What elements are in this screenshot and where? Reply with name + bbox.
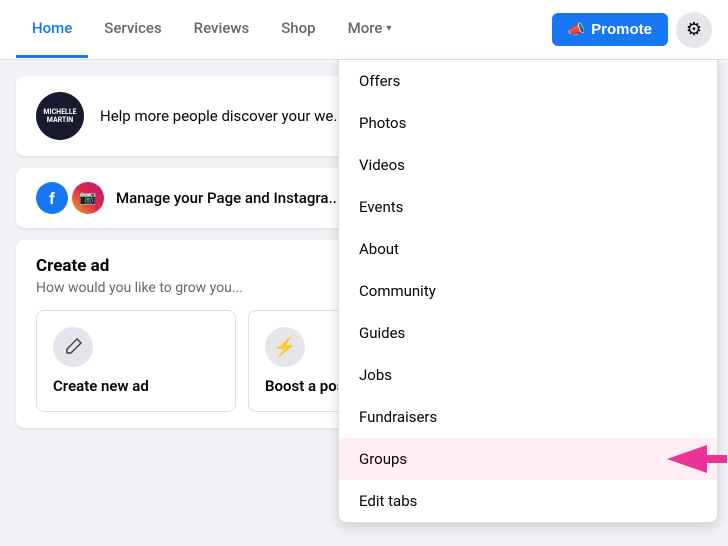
tab-more-label: More <box>348 19 383 37</box>
tab-reviews[interactable]: Reviews <box>178 1 266 58</box>
instagram-icon: 📷 <box>72 182 104 214</box>
avatar-text-line1: MICHELLE <box>43 108 76 116</box>
nav-bar: Home Services Reviews Shop More ▾ 📣 Prom… <box>0 0 728 60</box>
tab-home[interactable]: Home <box>16 1 88 58</box>
megaphone-icon: 📣 <box>568 21 585 38</box>
gear-icon: ⚙ <box>686 19 702 40</box>
dropdown-item-events[interactable]: Events <box>339 186 717 228</box>
dropdown-item-edit-tabs[interactable]: Edit tabs <box>339 480 717 522</box>
facebook-icon: f <box>36 182 68 214</box>
dropdown-item-guides[interactable]: Guides <box>339 312 717 354</box>
create-new-ad-option[interactable]: Create new ad <box>36 310 236 412</box>
dropdown-item-about[interactable]: About <box>339 228 717 270</box>
boost-post-label: Boost a post <box>265 377 349 395</box>
more-dropdown: Offers Photos Videos Events About Commun… <box>338 60 718 523</box>
tab-shop[interactable]: Shop <box>265 1 331 58</box>
manage-text: Manage your Page and Instagra... <box>116 189 341 207</box>
tab-services[interactable]: Services <box>88 1 177 58</box>
dropdown-item-photos[interactable]: Photos <box>339 102 717 144</box>
chevron-down-icon: ▾ <box>386 23 391 34</box>
dropdown-item-groups[interactable]: Groups <box>339 438 717 480</box>
dropdown-item-fundraisers[interactable]: Fundraisers <box>339 396 717 438</box>
boost-post-icon: ⚡ <box>265 327 305 367</box>
settings-button[interactable]: ⚙ <box>676 12 712 48</box>
promote-button-label: Promote <box>591 21 652 38</box>
arrow-icon <box>667 445 727 473</box>
create-new-ad-label: Create new ad <box>53 377 149 395</box>
dropdown-item-groups-label: Groups <box>359 450 407 468</box>
dropdown-item-videos[interactable]: Videos <box>339 144 717 186</box>
avatar-inner: MICHELLE MARTIN <box>36 92 84 140</box>
tab-more[interactable]: More ▾ <box>332 1 408 58</box>
dropdown-item-community[interactable]: Community <box>339 270 717 312</box>
nav-tabs: Home Services Reviews Shop More ▾ <box>16 1 552 58</box>
social-icons: f 📷 <box>36 182 104 214</box>
avatar: MICHELLE MARTIN <box>36 92 84 140</box>
promote-button[interactable]: 📣 Promote <box>552 13 668 46</box>
avatar-text-line2: MARTIN <box>47 116 74 124</box>
dropdown-item-offers[interactable]: Offers <box>339 60 717 102</box>
dropdown-item-jobs[interactable]: Jobs <box>339 354 717 396</box>
create-ad-icon <box>53 327 93 367</box>
